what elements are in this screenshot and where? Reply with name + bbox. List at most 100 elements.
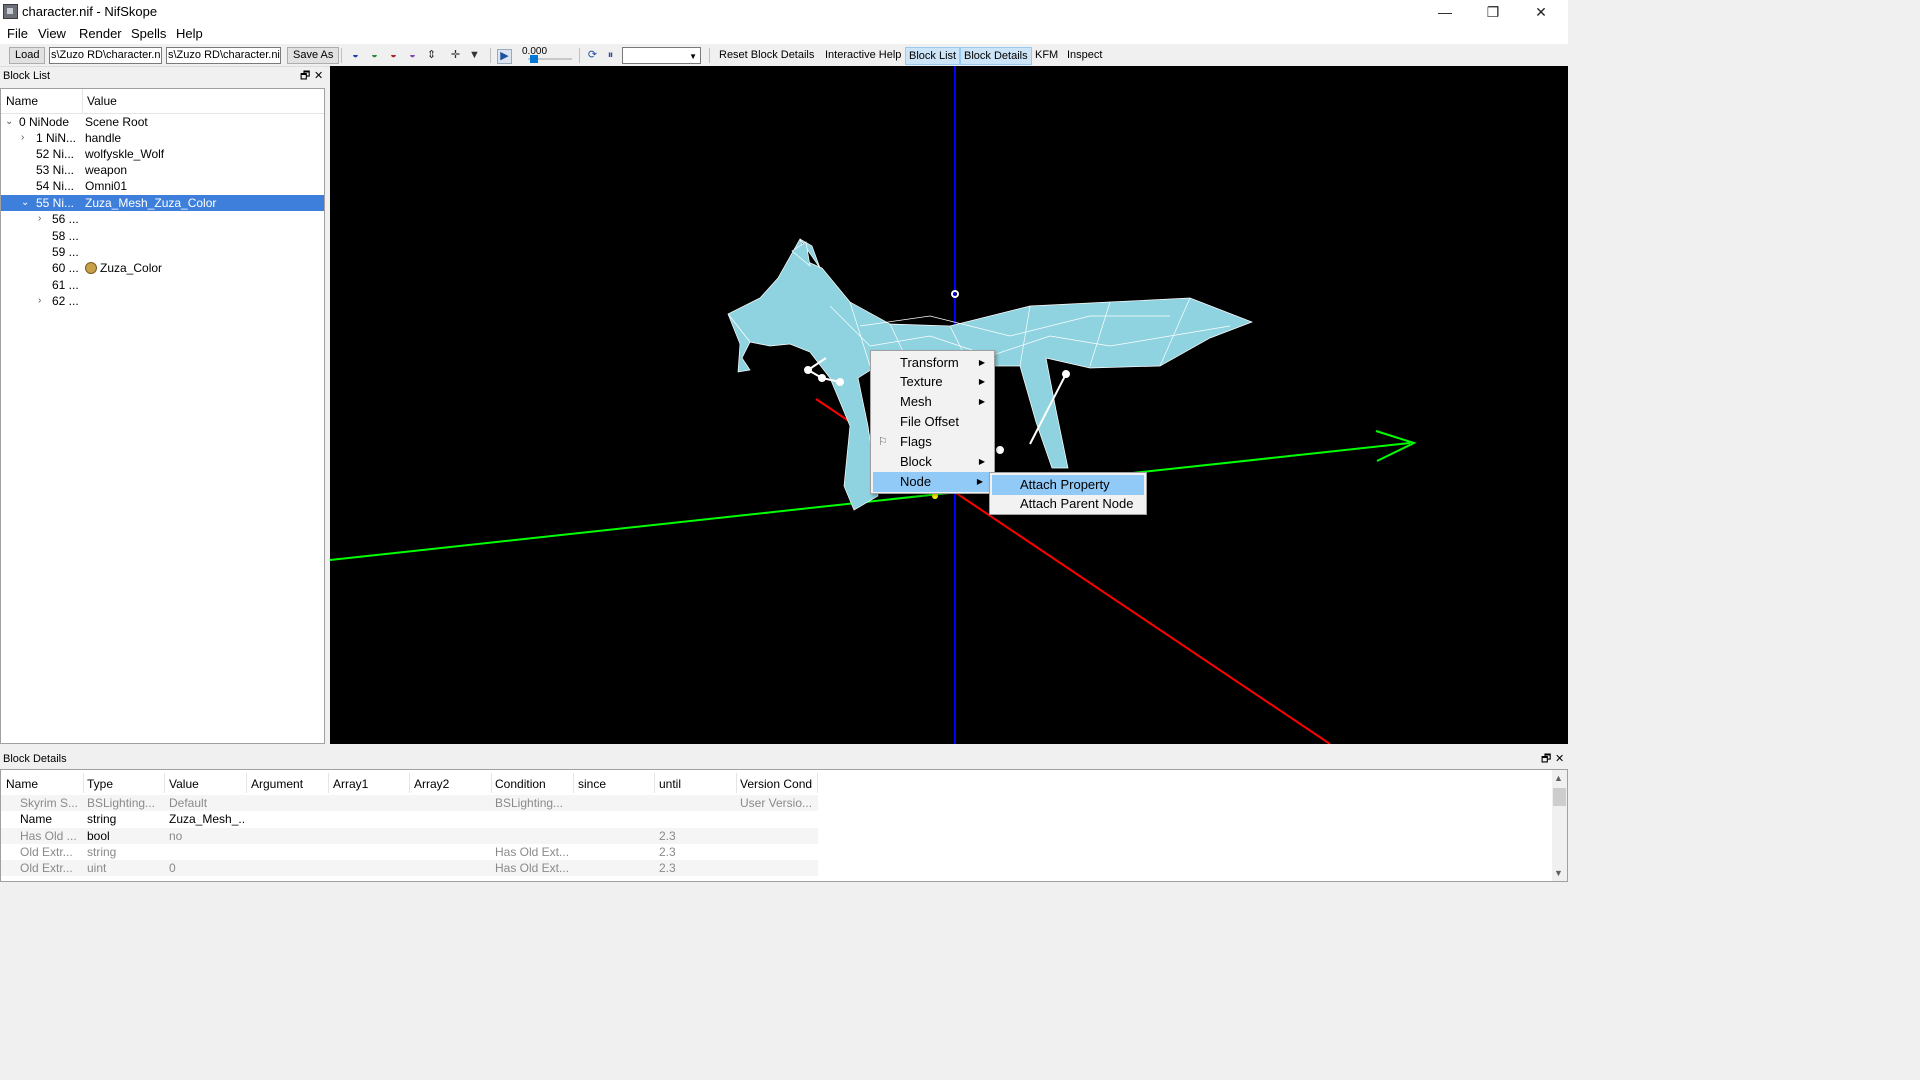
load-path-input[interactable]: s\Zuzo RD\character.nif: [49, 47, 162, 64]
column-header-version-cond[interactable]: Version Cond: [740, 777, 812, 791]
block-list-toggle[interactable]: Block List: [905, 47, 961, 65]
close-dock-icon[interactable]: ✕: [314, 67, 323, 85]
column-divider[interactable]: [736, 773, 737, 793]
close-button[interactable]: ✕: [1518, 0, 1564, 24]
tree-row-55-selected[interactable]: ⌄ 55 Ni... Zuza_Mesh_Zuza_Color: [1, 195, 324, 211]
column-header-value[interactable]: Value: [87, 94, 117, 108]
reset-block-details-button[interactable]: Reset Block Details: [719, 49, 814, 61]
tree-row-62[interactable]: › 62 ...: [1, 293, 324, 309]
interactive-help-button[interactable]: Interactive Help: [825, 49, 901, 61]
tree-row-58[interactable]: 58 ...: [1, 228, 324, 244]
float-dock-icon[interactable]: 🗗: [1541, 750, 1551, 768]
view-top-icon[interactable]: ◒: [349, 49, 362, 62]
close-dock-icon[interactable]: ✕: [1555, 750, 1564, 768]
block-details-toggle[interactable]: Block Details: [960, 47, 1032, 65]
column-header-array1[interactable]: Array1: [333, 777, 368, 791]
details-vertical-scrollbar[interactable]: ▲ ▼: [1552, 770, 1567, 881]
table-row[interactable]: Old Extr... uint 0 Has Old Ext... 2.3: [1, 860, 818, 876]
tree-row-52[interactable]: 52 Ni... wolfyskle_Wolf: [1, 146, 324, 162]
float-dock-icon[interactable]: 🗗: [300, 67, 310, 85]
column-header-until[interactable]: until: [659, 777, 681, 791]
menu-item-transform[interactable]: Transform ▶: [873, 353, 993, 373]
scrollbar-thumb[interactable]: [1553, 788, 1566, 806]
axes-icon[interactable]: ✛: [449, 49, 462, 62]
loop-icon[interactable]: ⟳: [586, 49, 599, 62]
tree-row-59[interactable]: 59 ...: [1, 244, 324, 260]
column-divider[interactable]: [83, 773, 84, 793]
play-icon[interactable]: ▶: [497, 49, 512, 64]
animation-select[interactable]: ▼: [622, 47, 701, 64]
tree-row-1[interactable]: › 1 NiN... handle: [1, 130, 324, 146]
view-dropdown-icon[interactable]: ▼: [468, 49, 481, 62]
menu-render[interactable]: Render: [79, 26, 122, 41]
column-divider[interactable]: [491, 773, 492, 793]
save-path-input[interactable]: s\Zuzo RD\character.nif: [166, 47, 281, 64]
cell-value[interactable]: Default: [169, 795, 245, 811]
collapse-caret-icon[interactable]: ⌄: [21, 195, 31, 211]
column-header-name[interactable]: Name: [6, 777, 38, 791]
menu-spells[interactable]: Spells: [131, 26, 166, 41]
maximize-button[interactable]: ❐: [1470, 0, 1516, 24]
menu-item-flags[interactable]: ⚐ Flags: [873, 432, 993, 452]
switch-icon[interactable]: ⏸: [604, 49, 617, 62]
menu-item-block[interactable]: Block ▶: [873, 452, 993, 472]
menu-view[interactable]: View: [38, 26, 66, 41]
column-divider[interactable]: [246, 773, 247, 793]
tree-row-54[interactable]: 54 Ni... Omni01: [1, 178, 324, 194]
column-divider[interactable]: [164, 773, 165, 793]
column-divider[interactable]: [573, 773, 574, 793]
menu-file[interactable]: File: [7, 26, 28, 41]
save-as-button[interactable]: Save As: [287, 47, 340, 64]
column-header-since[interactable]: since: [578, 777, 606, 791]
view-user-icon[interactable]: ◒: [406, 49, 419, 62]
tree-row-0[interactable]: ⌄ 0 NiNode Scene Root: [1, 114, 324, 130]
column-divider[interactable]: [82, 89, 83, 113]
expand-caret-icon[interactable]: ›: [38, 211, 48, 227]
cell-value[interactable]: Zuza_Mesh_...: [169, 811, 245, 827]
column-divider[interactable]: [409, 773, 410, 793]
block-details-table[interactable]: Name Type Value Argument Array1 Array2 C…: [0, 769, 1568, 882]
tree-row-53[interactable]: 53 Ni... weapon: [1, 162, 324, 178]
menu-item-label: Block: [900, 454, 932, 469]
column-divider[interactable]: [817, 773, 818, 793]
scroll-up-icon[interactable]: ▲: [1554, 773, 1563, 783]
column-header-name[interactable]: Name: [6, 94, 38, 108]
tree-row-56[interactable]: › 56 ...: [1, 211, 324, 227]
block-list-tree[interactable]: Name Value ⌄ 0 NiNode Scene Root › 1 NiN...…: [0, 88, 325, 744]
menu-item-file-offset[interactable]: File Offset: [873, 412, 993, 432]
menu-item-attach-property[interactable]: Attach Property: [992, 475, 1144, 495]
menu-item-mesh[interactable]: Mesh ▶: [873, 392, 993, 412]
table-row[interactable]: Name string Zuza_Mesh_...: [1, 811, 818, 827]
scroll-down-icon[interactable]: ▼: [1554, 868, 1563, 878]
table-row[interactable]: Skyrim S... BSLighting... Default BSLigh…: [1, 795, 818, 811]
kfm-button[interactable]: KFM: [1035, 49, 1058, 61]
table-row[interactable]: Old Extr... string Has Old Ext... 2.3: [1, 844, 818, 860]
table-row[interactable]: Has Old ... bool no 2.3: [1, 828, 818, 844]
column-header-condition[interactable]: Condition: [495, 777, 546, 791]
inspect-button[interactable]: Inspect: [1067, 49, 1102, 61]
tree-row-61[interactable]: 61 ...: [1, 277, 324, 293]
walk-mode-icon[interactable]: ⇕: [425, 49, 438, 62]
load-button[interactable]: Load: [9, 47, 46, 64]
expand-caret-icon[interactable]: ›: [38, 293, 48, 309]
expand-caret-icon[interactable]: ›: [21, 130, 31, 146]
time-slider-handle[interactable]: [529, 55, 538, 63]
column-divider[interactable]: [654, 773, 655, 793]
column-header-type[interactable]: Type: [87, 777, 113, 791]
cell-value[interactable]: no: [169, 828, 245, 844]
minimize-button[interactable]: —: [1422, 0, 1468, 24]
menu-item-node[interactable]: Node ▶: [873, 472, 991, 492]
column-header-array2[interactable]: Array2: [414, 777, 449, 791]
expand-caret-icon[interactable]: ⌄: [5, 114, 15, 130]
view-front-icon[interactable]: ◒: [368, 49, 381, 62]
menu-item-attach-parent-node[interactable]: Attach Parent Node: [992, 494, 1144, 514]
column-header-argument[interactable]: Argument: [251, 777, 303, 791]
tree-row-name: 61 ...: [52, 278, 79, 292]
tree-row-60[interactable]: 60 ... Zuza_Color: [1, 260, 324, 276]
column-header-value[interactable]: Value: [169, 777, 199, 791]
column-divider[interactable]: [328, 773, 329, 793]
cell-value[interactable]: 0: [169, 860, 245, 876]
view-side-icon[interactable]: ◒: [387, 49, 400, 62]
menu-item-texture[interactable]: Texture ▶: [873, 372, 993, 392]
menu-help[interactable]: Help: [176, 26, 203, 41]
